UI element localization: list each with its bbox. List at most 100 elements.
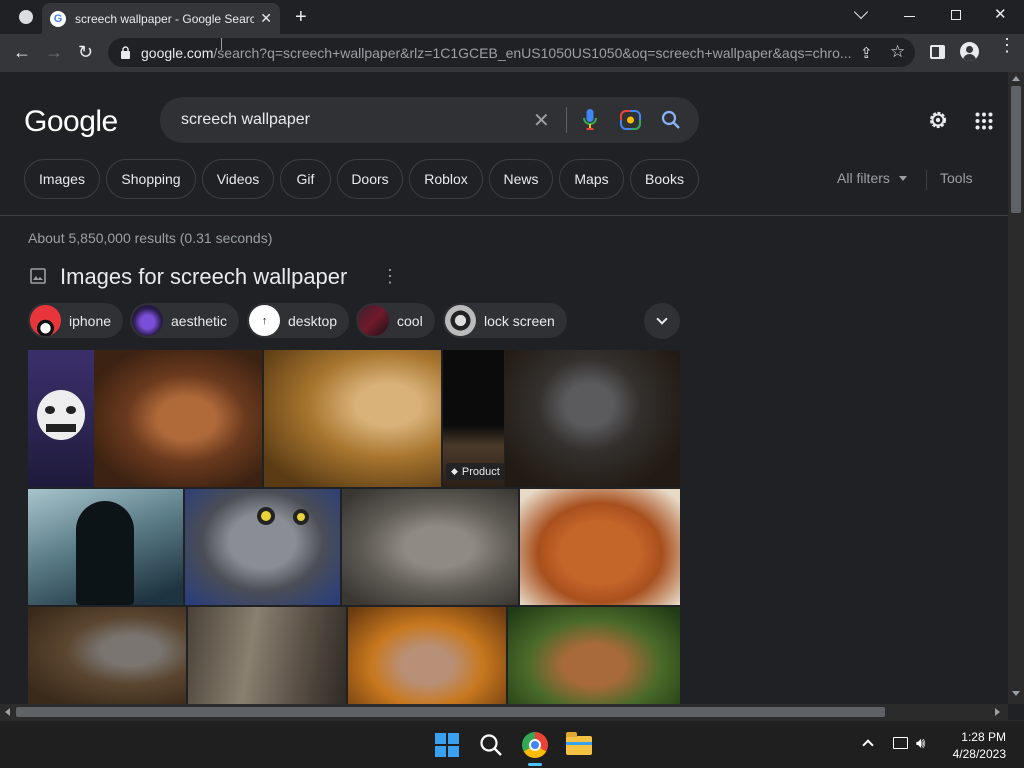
all-filters-button[interactable]: All filters [837,170,907,186]
filter-chip-gif[interactable]: Gif [280,159,331,199]
settings-gear-icon[interactable] [927,109,949,131]
search-separator [566,107,567,133]
address-bar[interactable]: google.com/search?q=screech+wallpaper&rl… [108,38,915,67]
aesthetic-thumbnail [132,305,163,336]
images-more-options-icon[interactable]: ⋮ [381,266,399,287]
result-stats: About 5,850,000 results (0.31 seconds) [28,230,273,246]
side-panel-icon[interactable] [930,45,945,59]
bookmark-star-icon[interactable]: ☆ [890,42,905,62]
google-lens-icon[interactable] [620,110,641,130]
all-filters-label: All filters [837,170,890,186]
google-apps-grid-icon[interactable] [975,112,993,130]
tag-icon: ◆ [451,466,458,476]
image-result[interactable] [348,607,506,704]
search-input[interactable]: screech wallpaper [181,111,310,129]
tab-search-chevron-icon[interactable] [853,4,869,20]
filter-chip-maps[interactable]: Maps [559,159,624,199]
related-chip-lock-screen[interactable]: lock screen [443,303,567,338]
related-chip-aesthetic[interactable]: aesthetic [130,303,240,338]
related-chip-iphone[interactable]: iphone [28,303,124,338]
mouse-cursor [221,38,222,50]
tab-strip: G screech wallpaper - Google Search ✕ + … [0,0,1024,34]
image-result[interactable] [342,489,518,605]
header-divider [0,215,1008,216]
clock-date: 4/28/2023 [952,747,1006,761]
related-chip-label: desktop [288,312,338,329]
windows-taskbar: 🔊︎ 1:28 PM 4/28/2023 [0,720,1024,768]
tools-button[interactable]: Tools [940,170,973,186]
url-text: google.com/search?q=screech+wallpaper&rl… [141,45,861,61]
image-result[interactable] [94,350,262,487]
filter-chip-images[interactable]: Images [24,159,100,199]
vertical-scroll-thumb[interactable] [1011,86,1021,213]
tab-title: screech wallpaper - Google Search [75,11,255,26]
image-result[interactable] [185,489,340,605]
horizontal-scroll-thumb[interactable] [16,707,885,717]
filter-chip-doors[interactable]: Doors [337,159,403,199]
image-result[interactable] [505,350,680,487]
filter-chip-roblox[interactable]: Roblox [409,159,483,199]
related-chip-label: iphone [69,312,112,329]
browser-toolbar: ← → ↻ google.com/search?q=screech+wallpa… [0,34,1024,72]
scroll-left-arrow-icon[interactable] [5,708,10,716]
file-explorer-icon[interactable] [566,732,592,755]
iphone-thumbnail [30,305,61,336]
windows-start-icon[interactable] [435,733,459,757]
related-chip-desktop[interactable]: ↑ desktop [247,303,350,338]
system-clock[interactable]: 1:28 PM 4/28/2023 [953,729,1006,763]
filter-chip-videos[interactable]: Videos [202,159,274,199]
vertical-scrollbar[interactable] [1008,72,1024,704]
image-result[interactable] [264,350,441,487]
search-box[interactable]: screech wallpaper ✕ [160,97,699,143]
scroll-down-arrow-icon[interactable] [1012,691,1020,696]
profile-circle-icon[interactable] [19,10,33,24]
clear-search-icon[interactable]: ✕ [533,108,550,133]
image-result[interactable] [28,350,94,487]
lock-icon [121,46,130,59]
product-badge-label: Product [461,465,500,478]
image-result[interactable] [508,607,680,704]
chrome-taskbar-icon[interactable] [522,732,548,758]
url-host: google.com [141,44,214,61]
window-close-icon[interactable]: ✕ [994,5,1007,23]
show-hidden-icons-chevron-icon[interactable] [862,739,874,751]
related-chip-label: lock screen [484,312,555,329]
forward-arrow-icon[interactable]: → [45,43,63,61]
image-result[interactable] [28,607,186,704]
filter-chip-news[interactable]: News [489,159,553,199]
scroll-right-arrow-icon[interactable] [995,708,1000,716]
back-arrow-icon[interactable]: ← [13,43,31,61]
related-chip-cool[interactable]: cool [356,303,435,338]
search-results-page: Google screech wallpaper ✕ Images Shoppi… [0,72,1008,704]
search-magnifier-icon[interactable] [661,110,681,130]
product-badge: ◆ Product [446,463,504,480]
related-chip-label: aesthetic [171,312,228,329]
tab-close-icon[interactable]: ✕ [260,10,272,27]
scroll-up-arrow-icon[interactable] [1012,76,1020,81]
filter-chip-books[interactable]: Books [630,159,699,199]
dropdown-caret-icon [898,175,907,181]
browser-menu-icon[interactable]: ⋮ [998,36,1016,54]
cool-thumbnail [358,305,389,336]
google-logo[interactable]: Google [24,105,118,139]
filter-chip-shopping[interactable]: Shopping [106,159,196,199]
network-icon[interactable] [893,737,908,749]
minimize-icon[interactable] [904,16,915,17]
profile-avatar-icon[interactable] [960,42,979,61]
restore-icon[interactable] [951,10,961,20]
taskbar-search-icon[interactable] [479,733,503,757]
horizontal-scrollbar[interactable] [0,704,1008,720]
image-result[interactable]: ◆ Product [443,350,504,487]
image-result[interactable] [520,489,680,605]
images-section-heading[interactable]: Images for screech wallpaper [60,264,347,290]
image-result[interactable] [28,489,183,605]
new-tab-plus-icon[interactable]: + [295,6,307,29]
volume-speaker-icon[interactable]: 🔊︎ [916,735,925,752]
share-icon[interactable]: ⇪ [860,44,873,62]
url-path: /search?q=screech+wallpaper&rlz=1C1GCEB_… [213,44,852,61]
related-expand-button[interactable] [644,303,680,339]
microphone-icon[interactable] [583,109,597,131]
browser-tab[interactable]: G screech wallpaper - Google Search ✕ [42,3,280,34]
reload-icon[interactable]: ↻ [78,43,93,61]
image-result[interactable] [188,607,346,704]
